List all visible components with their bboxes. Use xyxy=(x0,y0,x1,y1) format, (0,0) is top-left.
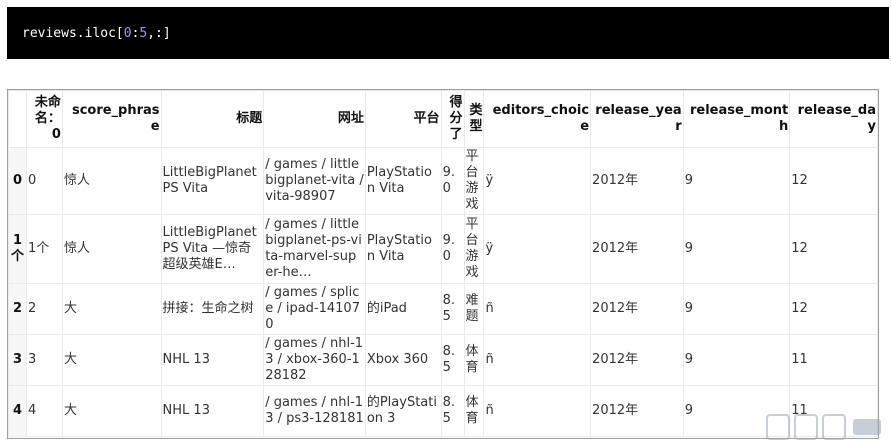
table-cell: 8.5 xyxy=(440,283,465,335)
table-cell: LittleBigPlanet PS Vita —惊奇超级英雄E… xyxy=(160,214,265,284)
column-header[interactable]: release_month xyxy=(682,90,791,148)
row-index: 3 xyxy=(8,334,27,386)
table-row: 2 2 大 拼接：生命之树 / games / splice / ipad-14… xyxy=(8,283,878,335)
table-cell: / games / littlebigplanet-vita / vita-98… xyxy=(263,147,366,215)
column-header[interactable]: 未命名：0 xyxy=(25,90,63,148)
table-cell: NHL 13 xyxy=(160,334,265,386)
column-header[interactable]: editors_choice xyxy=(483,90,592,148)
table-cell: 大 xyxy=(61,283,162,335)
table-cell: 4 xyxy=(25,385,63,437)
cell-text: LittleBigPlanet PS Vita —惊奇超级英雄E… xyxy=(162,225,257,272)
table-cell: 8.5 xyxy=(440,385,465,437)
code-number: 0 xyxy=(123,26,132,41)
table-cell: 体育 xyxy=(463,334,485,386)
index-header xyxy=(8,90,27,148)
column-header[interactable]: 平台 xyxy=(364,90,442,148)
row-index: 1个 xyxy=(8,214,27,284)
table-cell: 12 xyxy=(789,147,878,215)
table-cell: 拼接：生命之树 xyxy=(160,283,265,335)
table-cell: 9.0 xyxy=(440,147,465,215)
table-cell: Xbox 360 xyxy=(364,334,442,386)
table-cell: ñ xyxy=(483,385,592,437)
table-cell: PlayStation Vita xyxy=(364,147,442,215)
row-index: 2 xyxy=(8,283,27,335)
dataframe-table: 未命名：0 score_phrase 标题 网址 平台 得分了 类型 edito… xyxy=(8,90,878,437)
table-cell: 2012年 xyxy=(590,147,684,215)
table-cell: ÿ xyxy=(483,214,592,284)
table-row: 0 0 惊人 LittleBigPlanet PS Vita / games /… xyxy=(8,147,878,215)
table-cell: 2012年 xyxy=(590,283,684,335)
column-header[interactable]: score_phrase xyxy=(61,90,162,148)
table-cell: 2012年 xyxy=(590,214,684,284)
table-cell: ñ xyxy=(483,334,592,386)
column-header[interactable]: 标题 xyxy=(160,90,265,148)
table-cell: / games / littlebigplanet-ps-vita-marvel… xyxy=(263,214,366,284)
table-cell: 1个 xyxy=(25,214,63,284)
table-cell: 2012年 xyxy=(590,334,684,386)
code-text: reviews.iloc[ xyxy=(22,26,124,41)
column-header[interactable]: release_day xyxy=(789,90,878,148)
table-cell: ÿ xyxy=(483,147,592,215)
table-cell: 大 xyxy=(61,334,162,386)
table-cell: NHL 13 xyxy=(160,385,265,437)
table-cell: 平台游戏 xyxy=(463,147,485,215)
table-cell: 12 xyxy=(789,214,878,284)
table-cell: 11 xyxy=(789,334,878,386)
column-header[interactable]: 网址 xyxy=(263,90,366,148)
table-cell: 平台游戏 xyxy=(463,214,485,284)
table-cell: 9 xyxy=(682,214,791,284)
table-cell: 惊人 xyxy=(61,147,162,215)
table-cell: 的iPad xyxy=(364,283,442,335)
column-header[interactable]: 类型 xyxy=(463,90,485,148)
table-row: 3 3 大 NHL 13 / games / nhl-13 / xbox-360… xyxy=(8,334,878,386)
table-cell: 的PlayStation 3 xyxy=(364,385,442,437)
cell-text: / games / littlebigplanet-ps-vita-marvel… xyxy=(265,217,362,280)
table-cell: 9 xyxy=(682,283,791,335)
watermark-logo xyxy=(765,409,885,443)
table-cell: ñ xyxy=(483,283,592,335)
table-cell: 9 xyxy=(682,334,791,386)
table-cell: LittleBigPlanet PS Vita xyxy=(160,147,265,215)
table-cell: PlayStation Vita xyxy=(364,214,442,284)
table-cell: / games / nhl-13 / ps3-128181 xyxy=(263,385,366,437)
row-index: 4 xyxy=(8,385,27,437)
code-line: reviews.iloc[0:5,:] xyxy=(22,26,171,42)
dataframe-output: 未命名：0 score_phrase 标题 网址 平台 得分了 类型 edito… xyxy=(7,89,879,439)
table-cell: 惊人 xyxy=(61,214,162,284)
table-cell: 8.5 xyxy=(440,334,465,386)
table-cell: 9 xyxy=(682,147,791,215)
watermark-logo-icon xyxy=(766,414,881,440)
table-cell: 大 xyxy=(61,385,162,437)
table-cell: 0 xyxy=(25,147,63,215)
table-cell: 2012年 xyxy=(590,385,684,437)
table-cell: 9.0 xyxy=(440,214,465,284)
row-index: 0 xyxy=(8,147,27,215)
table-cell: 12 xyxy=(789,283,878,335)
header-row: 未命名：0 score_phrase 标题 网址 平台 得分了 类型 edito… xyxy=(8,90,878,148)
column-header[interactable]: 得分了 xyxy=(440,90,465,148)
table-row: 1个 1个 惊人 LittleBigPlanet PS Vita —惊奇超级英雄… xyxy=(8,214,878,284)
table-row: 4 4 大 NHL 13 / games / nhl-13 / ps3-1281… xyxy=(8,385,878,437)
column-header[interactable]: release_year xyxy=(590,90,684,148)
code-cell[interactable]: reviews.iloc[0:5,:] xyxy=(7,7,889,59)
table-cell: 难题 xyxy=(463,283,485,335)
table-cell: / games / splice / ipad-141070 xyxy=(263,283,366,335)
cell-text: / games / littlebigplanet-vita / vita-98… xyxy=(265,157,364,204)
table-cell: 体育 xyxy=(463,385,485,437)
table-cell: / games / nhl-13 / xbox-360-128182 xyxy=(263,334,366,386)
table-cell: 3 xyxy=(25,334,63,386)
table-cell: 2 xyxy=(25,283,63,335)
code-text: ,:] xyxy=(147,26,171,41)
